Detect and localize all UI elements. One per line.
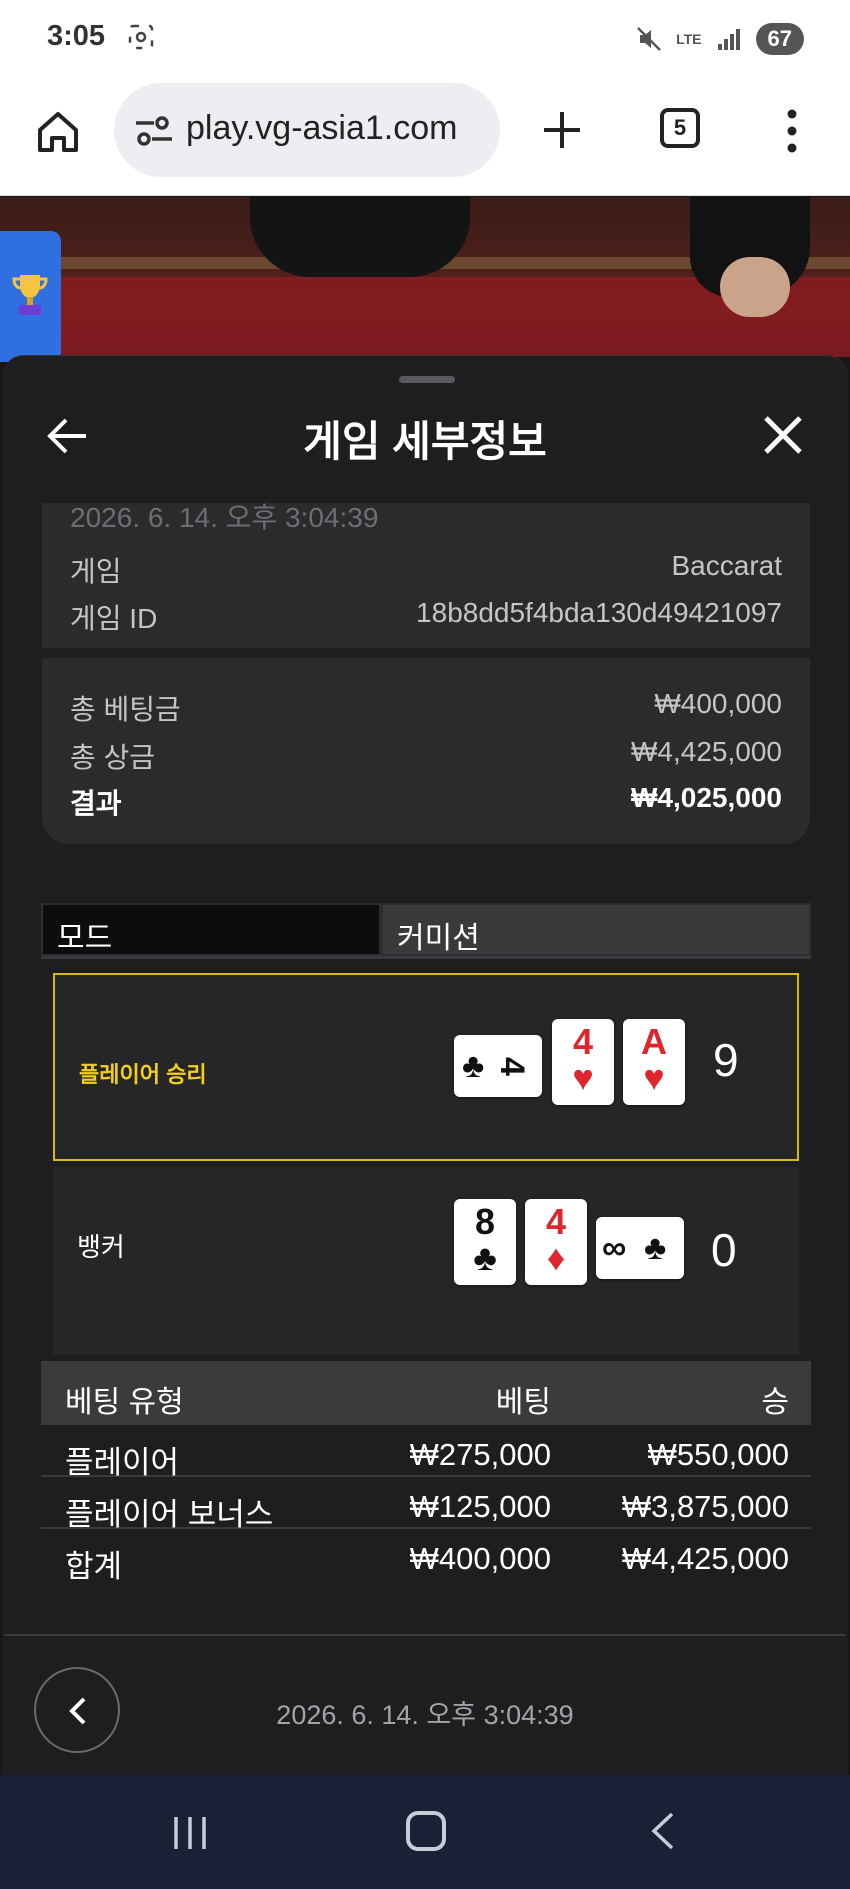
playing-card: 4 ♥: [552, 1019, 614, 1105]
bet-amount-cell: ₩125,000: [409, 1489, 551, 1524]
home-icon[interactable]: [34, 108, 82, 156]
signal-icon: [717, 29, 740, 50]
faded-timestamp: 2026. 6. 14. 오후 3:04:39: [70, 503, 379, 533]
browser-toolbar: play.vg-asia1.com 5: [0, 78, 850, 196]
table-row: 플레이어 ₩275,000 ₩550,000: [41, 1425, 811, 1480]
card-suit: ♥: [643, 1057, 665, 1098]
playing-card: 4 ♦: [525, 1199, 587, 1285]
card-suit: ♣: [644, 1229, 667, 1267]
total-bet-value: ₩400,000: [654, 688, 782, 719]
bet-amount-cell: ₩400,000: [409, 1541, 551, 1576]
card-rank: 4: [492, 1057, 531, 1076]
win-amount-cell: ₩550,000: [647, 1437, 789, 1472]
player-score: 9: [713, 1034, 739, 1086]
playing-card: ♣ 4: [454, 1035, 542, 1097]
info-value: 18b8dd5f4bda130d49421097: [416, 597, 782, 628]
site-settings-icon[interactable]: [134, 113, 174, 149]
bets-table-header: 베팅 유형 베팅 승: [41, 1361, 811, 1425]
mode-tabs: 모드 커미션: [41, 903, 811, 959]
header-win: 승: [761, 1386, 789, 1419]
total-prize-value: ₩4,425,000: [631, 736, 782, 767]
result-row: 결과 ₩4,025,000: [70, 782, 782, 822]
game-details-sheet: 게임 세부정보 2026. 6. 14. 오후 3:04:39 게임 Bacca…: [2, 355, 848, 1775]
win-amount-cell: ₩3,875,000: [621, 1489, 789, 1524]
info-label: 게임: [70, 556, 122, 587]
more-menu-icon[interactable]: [780, 108, 804, 154]
info-label: 게임 ID: [70, 603, 158, 634]
battery-icon: 67: [755, 23, 804, 55]
total-prize-label: 총 상금: [70, 742, 156, 773]
banker-label: 뱅커: [77, 1232, 125, 1262]
card-suit: ♥: [572, 1057, 594, 1098]
playing-card: ♣ ∞: [596, 1217, 684, 1279]
banker-score: 0: [711, 1224, 737, 1276]
totals-card: 총 베팅금 ₩400,000 총 상금 ₩4,425,000 결과 ₩4,025…: [42, 658, 810, 844]
bet-type-cell: 플레이어 보너스: [65, 1497, 274, 1532]
home-nav-icon[interactable]: [406, 1811, 446, 1851]
recents-icon[interactable]: [170, 1815, 210, 1851]
tab-commission[interactable]: 커미션: [381, 903, 811, 956]
clock: 3:05: [47, 20, 106, 52]
result-value: ₩4,025,000: [631, 782, 782, 813]
banker-outcome: 뱅커 8 ♣ 4 ♦ ♣ ∞ 0: [53, 1167, 799, 1355]
player-outcome: 플레이어 승리 ♣ 4 4 ♥ A ♥ 9: [53, 973, 799, 1161]
divider: [4, 1634, 846, 1636]
table-row-total: 합계 ₩400,000 ₩4,425,000: [41, 1529, 811, 1584]
drag-handle[interactable]: [399, 376, 455, 383]
result-label: 결과: [70, 788, 122, 819]
round-timestamp: 2026. 6. 14. 오후 3:04:39: [276, 1700, 574, 1730]
total-bet-label: 총 베팅금: [70, 694, 181, 725]
system-nav-bar: [0, 1775, 850, 1889]
card-suit: ♦: [546, 1237, 566, 1278]
mute-icon: [637, 27, 661, 51]
network-label: LTE: [676, 31, 702, 47]
game-info-card: 2026. 6. 14. 오후 3:04:39 게임 Baccarat 게임 I…: [42, 503, 810, 648]
trophy-icon: [12, 275, 48, 315]
card-rank: ∞: [602, 1229, 627, 1267]
trophy-button[interactable]: [0, 231, 61, 362]
tab-mode[interactable]: 모드: [41, 903, 381, 956]
page-title: 게임 세부정보: [303, 418, 547, 465]
total-prize-row: 총 상금 ₩4,425,000: [70, 736, 782, 776]
info-value: Baccarat: [671, 550, 783, 581]
card-suit: ♣: [473, 1237, 497, 1278]
header-bet-type: 베팅 유형: [65, 1386, 184, 1419]
header-bet: 베팅: [495, 1386, 551, 1419]
status-icons: LTE 67: [636, 22, 804, 56]
total-bet-row: 총 베팅금 ₩400,000: [70, 688, 782, 728]
close-icon[interactable]: [760, 412, 806, 458]
screenshot-icon: [128, 24, 154, 50]
bet-type-cell: 합계: [65, 1549, 123, 1584]
back-nav-icon[interactable]: [648, 1811, 678, 1851]
playing-card: A ♥: [623, 1019, 685, 1105]
live-video-background: [0, 197, 850, 357]
address-bar[interactable]: play.vg-asia1.com: [114, 83, 500, 177]
card-suit: ♣: [462, 1047, 485, 1085]
win-amount-cell: ₩4,425,000: [621, 1541, 789, 1576]
table-row: 플레이어 보너스 ₩125,000 ₩3,875,000: [41, 1477, 811, 1532]
tab-switcher-button[interactable]: 5: [660, 108, 700, 148]
player-win-label: 플레이어 승리: [79, 1062, 207, 1087]
new-tab-icon[interactable]: [540, 108, 584, 152]
info-row-game: 게임 Baccarat: [70, 550, 782, 590]
info-row-game-id: 게임 ID 18b8dd5f4bda130d49421097: [70, 597, 782, 637]
status-bar: 3:05 LTE 67: [0, 0, 850, 78]
url-text: play.vg-asia1.com: [186, 109, 458, 147]
playing-card: 8 ♣: [454, 1199, 516, 1285]
bet-type-cell: 플레이어: [65, 1445, 180, 1480]
bet-amount-cell: ₩275,000: [409, 1437, 551, 1472]
